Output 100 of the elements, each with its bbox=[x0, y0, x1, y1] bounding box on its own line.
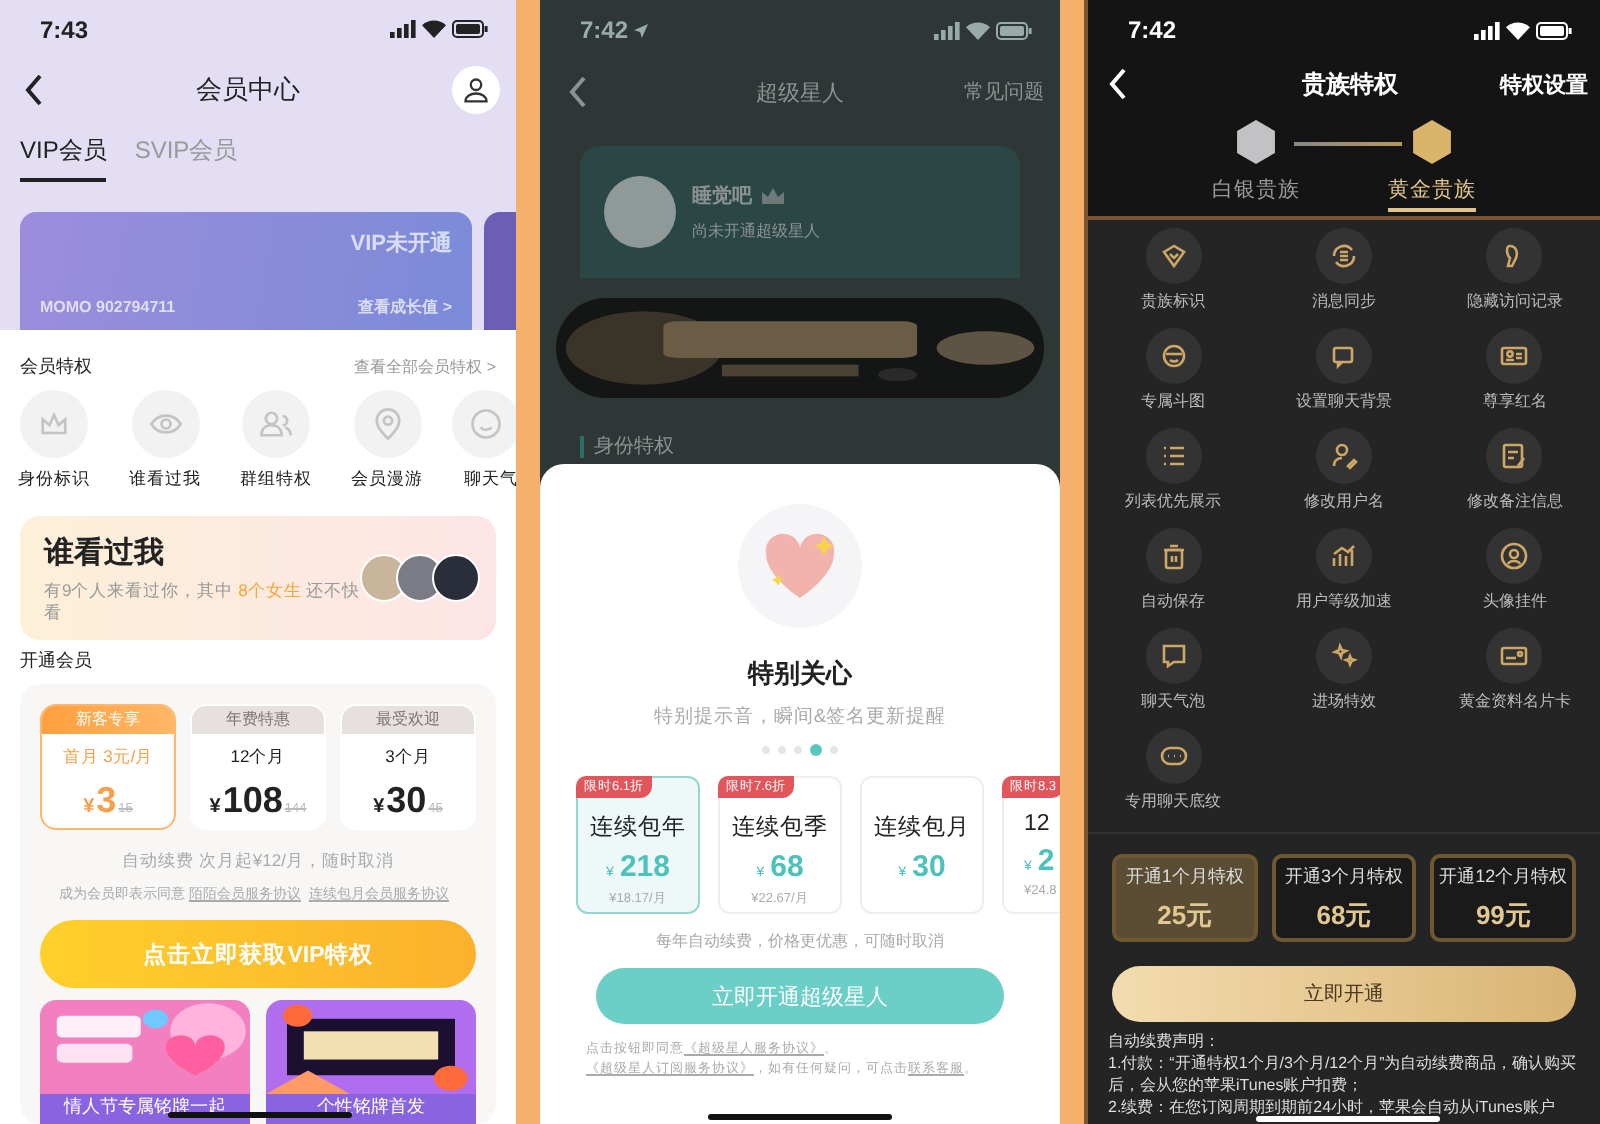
plan-price: 108 bbox=[222, 780, 283, 822]
id-card-icon[interactable] bbox=[1486, 328, 1543, 384]
tab[interactable]: VIP会员 bbox=[20, 133, 107, 182]
privilege-label: 进场特效 bbox=[1311, 690, 1376, 712]
privilege-label: 聊天气泡 bbox=[1141, 690, 1206, 712]
signal-icon bbox=[390, 20, 416, 39]
chat-icon[interactable] bbox=[1315, 328, 1372, 384]
status-time: 7:43 bbox=[40, 15, 89, 44]
section-title: 会员特权 bbox=[20, 353, 92, 379]
privilege-label: 自动保存 bbox=[1141, 590, 1206, 612]
person-pen-icon[interactable] bbox=[1315, 428, 1372, 484]
renewal-note: 自动续费 次月起¥12/月，随时取消 bbox=[122, 850, 394, 874]
membership-status: 尚未开通超级星人 bbox=[692, 220, 820, 242]
privilege-label: 尊享红名 bbox=[1482, 390, 1547, 412]
plan-price: 3 bbox=[96, 780, 117, 822]
currency: ¥ bbox=[209, 796, 221, 818]
plan-option[interactable]: 开通3个月特权 68元 bbox=[1271, 854, 1417, 942]
privilege-label: 修改备注信息 bbox=[1466, 490, 1563, 512]
visitors-card[interactable]: 谁看过我 有9个人来看过你，其中 8个女生 还不快看 bbox=[20, 516, 496, 640]
speech-bubble-icon[interactable] bbox=[1145, 628, 1202, 684]
plan-price: 2 bbox=[1037, 844, 1055, 878]
rank-tab[interactable]: 白银贵族 bbox=[1212, 176, 1300, 212]
privilege-label: 头像挂件 bbox=[1482, 590, 1547, 612]
page-title: 会员中心 bbox=[196, 72, 300, 109]
back-icon[interactable] bbox=[24, 74, 44, 107]
privilege-label: 隐藏访问记录 bbox=[1466, 290, 1563, 312]
plan-term: 3个月 bbox=[385, 746, 431, 770]
privilege-label: 修改用户名 bbox=[1303, 490, 1384, 512]
note-icon[interactable] bbox=[1486, 428, 1543, 484]
feature-description: 特别提示音，瞬间&签名更新提醒 bbox=[653, 704, 947, 730]
signal-icon bbox=[1474, 21, 1500, 39]
plan-name: 连续包年 bbox=[590, 813, 686, 842]
trash-icon[interactable] bbox=[1145, 528, 1202, 584]
section-title: 身份特权 bbox=[594, 433, 674, 460]
list-icon[interactable] bbox=[1145, 428, 1202, 484]
card-icon[interactable] bbox=[1486, 628, 1543, 684]
battery-icon bbox=[996, 21, 1032, 39]
wifi-icon bbox=[966, 21, 990, 39]
avatar bbox=[432, 554, 480, 602]
notice-text: 自动续费声明： bbox=[1108, 1030, 1222, 1052]
chart-icon[interactable] bbox=[1315, 528, 1372, 584]
next-card bbox=[484, 212, 516, 330]
activate-button[interactable]: 立即开通 bbox=[1112, 966, 1576, 1022]
privilege-label: 谁看过我 bbox=[129, 468, 201, 488]
plan-term: 首月 3元/月 bbox=[62, 746, 154, 770]
signal-icon bbox=[934, 21, 960, 39]
privilege-label: 黄金资料名片卡 bbox=[1458, 690, 1571, 712]
feature-title: 特别关心 bbox=[748, 656, 852, 692]
visitors-title: 谁看过我 bbox=[44, 533, 166, 571]
person-icon bbox=[462, 76, 490, 105]
rank-tab[interactable]: 黄金贵族 bbox=[1388, 176, 1476, 212]
plan-price: 68 bbox=[770, 850, 804, 884]
privilege-label: 身份标识 bbox=[18, 468, 90, 488]
location-arrow-icon bbox=[634, 23, 649, 37]
avatar bbox=[604, 176, 676, 248]
user-name: 睡觉吧 bbox=[692, 183, 752, 210]
battery-icon bbox=[452, 20, 488, 39]
wifi-icon bbox=[1506, 21, 1530, 39]
plan-name: 连续包季 bbox=[732, 813, 828, 842]
wifi-icon bbox=[422, 20, 446, 39]
sync-icon[interactable] bbox=[1315, 228, 1372, 284]
status-time: 7:42 bbox=[580, 16, 629, 44]
page-indicator bbox=[762, 744, 838, 756]
plan-price: 218 bbox=[619, 850, 670, 884]
plan-tag: 最受欢迎 bbox=[342, 706, 474, 734]
plan-name: 12 bbox=[1024, 812, 1050, 836]
privilege-label: 会员漫游 bbox=[351, 468, 423, 488]
faq-link[interactable]: 常见问题 bbox=[964, 78, 1044, 106]
status-time: 7:42 bbox=[1128, 16, 1177, 44]
plan-tag: 新客专享 bbox=[42, 706, 174, 734]
privilege-label: 专用聊天底纹 bbox=[1125, 790, 1222, 812]
heart-icon bbox=[760, 530, 840, 602]
currency: ¥ bbox=[373, 796, 385, 818]
privilege-label: 用户等级加速 bbox=[1295, 590, 1392, 612]
page-title: 贵族特权 bbox=[1302, 67, 1398, 101]
plan-option[interactable]: 开通12个月特权 99元 bbox=[1430, 854, 1577, 942]
profile-button[interactable] bbox=[452, 66, 500, 115]
account-id: MOMO 902794711 bbox=[40, 298, 176, 316]
visitors-text: 有9个人来看过你，其中 8个女生 还不快看 bbox=[44, 579, 363, 623]
privilege-label: 群组特权 bbox=[240, 468, 312, 488]
privilege-label: 贵族标识 bbox=[1141, 290, 1206, 312]
crown-icon bbox=[762, 188, 784, 204]
chat-dots-icon[interactable] bbox=[1145, 728, 1202, 784]
privilege-label: 专属斗图 bbox=[1141, 390, 1206, 412]
plan-option[interactable]: 开通1个月特权 25元 bbox=[1112, 854, 1258, 942]
plan-term: 12个月 bbox=[230, 746, 286, 770]
currency: ¥ bbox=[83, 796, 95, 818]
privilege-label: 设置聊天背景 bbox=[1295, 390, 1392, 412]
notice-text: 2.续费：在您订阅周期到期前24小时，苹果会自动从iTunes账户 bbox=[1108, 1096, 1557, 1118]
face-icon[interactable] bbox=[1145, 328, 1202, 384]
section-title: 开通会员 bbox=[20, 648, 94, 674]
plan-price: 30 bbox=[386, 780, 427, 822]
sparkle-icon[interactable] bbox=[1315, 628, 1372, 684]
settings-link[interactable]: 特权设置 bbox=[1500, 69, 1588, 99]
plan-name: 连续包月 bbox=[874, 813, 970, 842]
privilege-label: 列表优先展示 bbox=[1125, 490, 1222, 512]
person-circle-icon[interactable] bbox=[1486, 528, 1543, 584]
plan-tag: 年费特惠 bbox=[192, 706, 324, 734]
notice-text: 1.付款：“开通特权1个月/3个月/12个月”为自动续费商品，确认购买后，会从您的苹果iTunes账户扣费； bbox=[1108, 1052, 1579, 1096]
privilege-label: 消息同步 bbox=[1311, 290, 1376, 312]
